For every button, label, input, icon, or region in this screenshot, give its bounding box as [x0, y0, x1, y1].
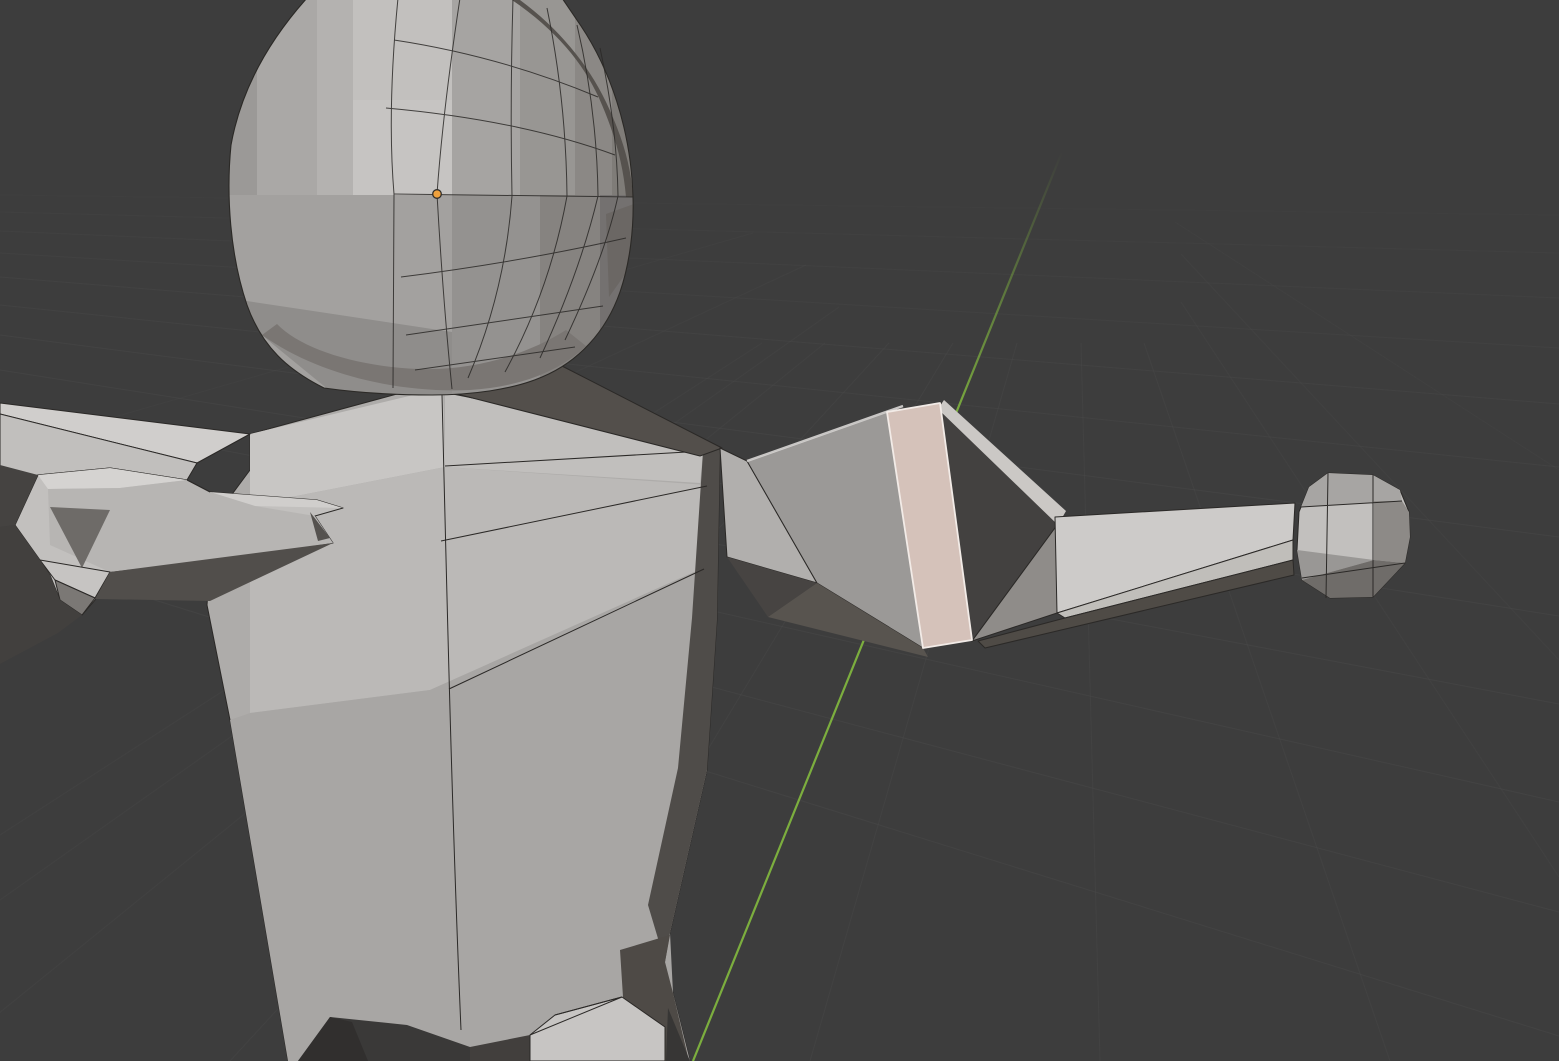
torso[interactable] [207, 391, 720, 1061]
head[interactable] [225, 0, 640, 400]
viewport-canvas[interactable] [0, 0, 1559, 1061]
head-band[interactable] [353, 100, 452, 195]
head-band[interactable] [452, 0, 520, 198]
hand-ball-face[interactable] [1374, 501, 1410, 563]
viewport-3d[interactable] [0, 0, 1559, 1061]
object-origin-dot[interactable] [433, 190, 442, 199]
